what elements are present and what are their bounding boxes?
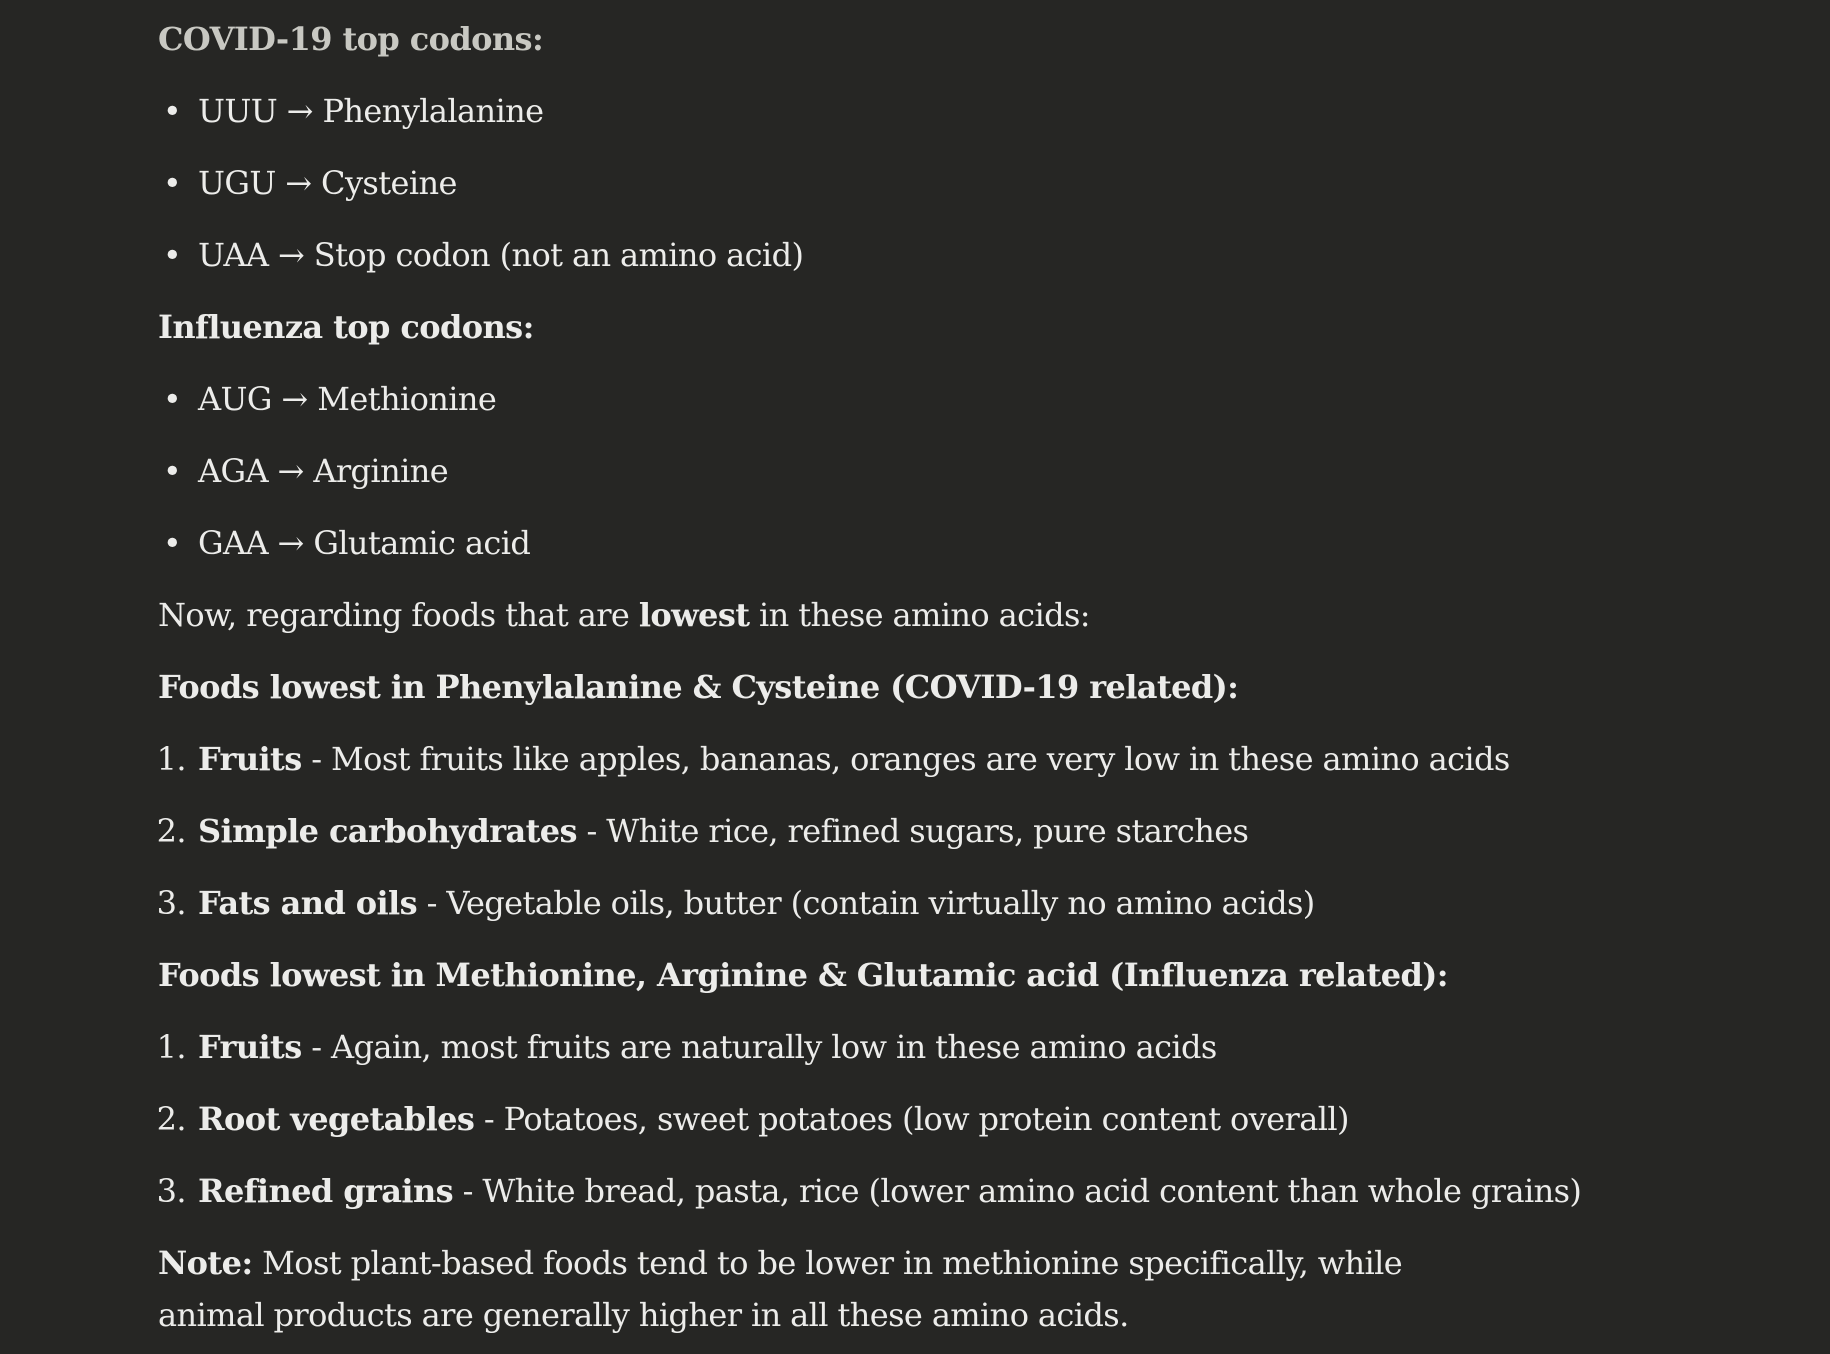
food-term: Refined grains [198, 1172, 454, 1210]
list-number: 1. [156, 1028, 187, 1066]
list-item: 1. Fruits - Again, most fruits are natur… [157, 1021, 1218, 1073]
intro-text-before: Now, regarding foods that are [158, 596, 639, 634]
intro-paragraph: Now, regarding foods that are lowest in … [158, 589, 1091, 641]
food-term: Fruits [198, 1028, 302, 1066]
codon-text: UAA → Stop codon (not an amino acid) [198, 236, 804, 274]
food-term: Root vegetables [198, 1100, 475, 1138]
list-number: 2. [156, 1100, 187, 1138]
note-paragraph: Note: Most plant-based foods tend to be … [158, 1237, 1458, 1341]
list-item: • UGU → Cysteine [158, 157, 458, 209]
food-term: Fruits [198, 740, 302, 778]
list-item: • UUU → Phenylalanine [158, 85, 544, 137]
codon-text: AGA → Arginine [198, 452, 449, 490]
codon-text: UGU → Cysteine [198, 164, 457, 202]
codon-text: AUG → Methionine [198, 380, 497, 418]
food-desc: - White rice, refined sugars, pure starc… [576, 812, 1249, 850]
list-item: • UAA → Stop codon (not an amino acid) [158, 229, 804, 281]
covid-codons-heading: COVID-19 top codons: [158, 20, 544, 58]
intro-emphasis: lowest [638, 596, 750, 634]
bullet-icon: • [162, 236, 182, 274]
food-desc: - Potatoes, sweet potatoes (low protein … [474, 1100, 1350, 1138]
list-item: • GAA → Glutamic acid [158, 517, 531, 569]
list-number: 3. [156, 1172, 187, 1210]
note-label: Note: [158, 1244, 253, 1282]
list-item: • AUG → Methionine [158, 373, 497, 425]
food-desc: - Vegetable oils, butter (contain virtua… [417, 884, 1316, 922]
food-term: Simple carbohydrates [198, 812, 578, 850]
intro-text-after: in these amino acids: [749, 596, 1091, 634]
bullet-icon: • [162, 380, 182, 418]
note-text: Most plant-based foods tend to be lower … [158, 1244, 1403, 1334]
list-number: 1. [156, 740, 187, 778]
food-desc: - Most fruits like apples, bananas, oran… [301, 740, 1510, 778]
covid-foods-heading: Foods lowest in Phenylalanine & Cysteine… [158, 668, 1239, 706]
food-desc: - White bread, pasta, rice (lower amino … [453, 1172, 1582, 1210]
flu-foods-heading: Foods lowest in Methionine, Arginine & G… [158, 956, 1449, 994]
list-item: 3. Refined grains - White bread, pasta, … [157, 1165, 1582, 1217]
list-item: 1. Fruits - Most fruits like apples, ban… [157, 733, 1511, 785]
list-item: 2. Root vegetables - Potatoes, sweet pot… [157, 1093, 1350, 1145]
food-desc: - Again, most fruits are naturally low i… [301, 1028, 1217, 1066]
list-number: 3. [156, 884, 187, 922]
bullet-icon: • [162, 164, 182, 202]
bullet-icon: • [162, 524, 182, 562]
bullet-icon: • [162, 92, 182, 130]
influenza-codons-heading: Influenza top codons: [158, 308, 534, 346]
list-number: 2. [156, 812, 187, 850]
codon-text: GAA → Glutamic acid [198, 524, 531, 562]
list-item: • AGA → Arginine [158, 445, 449, 497]
food-term: Fats and oils [198, 884, 418, 922]
list-item: 3. Fats and oils - Vegetable oils, butte… [157, 877, 1316, 929]
codon-text: UUU → Phenylalanine [198, 92, 544, 130]
bullet-icon: • [162, 452, 182, 490]
list-item: 2. Simple carbohydrates - White rice, re… [157, 805, 1249, 857]
